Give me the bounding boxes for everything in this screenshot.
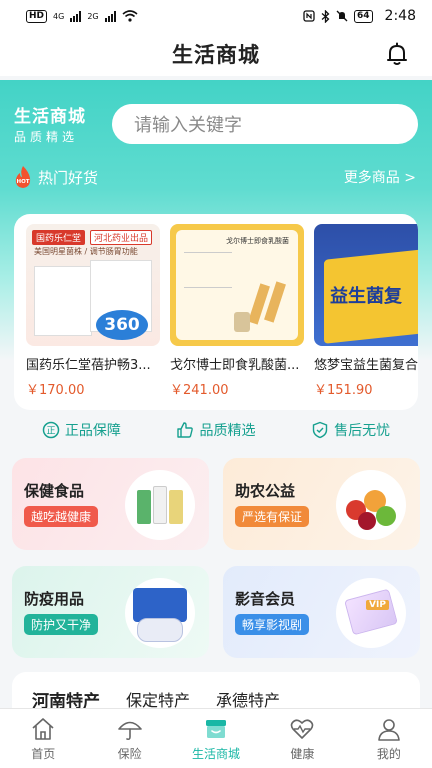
product-name: 戈尔博士即食乳酸菌... [170,358,300,373]
battery-icon: 64 [354,9,373,23]
thumbs-up-icon [177,422,194,438]
home-icon [32,717,54,740]
guarantee-item: 品质精选 [176,420,255,440]
page-title: 生活商城 [172,43,260,67]
bottom-tab-bar: 首页 保险 生活商城 健康 我的 [0,708,432,768]
product-image: 益生菌复 [314,224,418,346]
wifi-icon [122,10,138,22]
hot-badge: HOT [16,179,29,185]
hd-badge: HD [26,9,48,23]
tab-insurance[interactable]: 保险 [86,709,172,768]
shield-tick-icon [312,421,328,439]
heart-pulse-icon [291,718,314,739]
svg-text:正: 正 [46,427,55,437]
product-image: 戈尔博士即食乳酸菌 [170,224,304,346]
brand-title: 生活商城 [14,107,86,127]
bluetooth-icon [321,9,330,23]
product-name: 悠梦宝益生菌复合... [314,358,418,373]
guarantee-item: 正 正品保障 [42,420,121,440]
category-agri-charity[interactable]: 助农公益 严选有保证 [223,458,420,550]
status-bar: HD 4G 2G 64 2:48 [0,0,432,32]
tab-home[interactable]: 首页 [0,709,86,768]
category-epidemic-supplies[interactable]: 防疫用品 防护又干净 [12,566,209,658]
hot-title: 热门好货 [38,168,99,187]
hot-goods-card: 国药乐仁堂 河北药业出品 美国明星菌株 / 调节肠胃功能 360 国药乐仁堂蓓护… [14,214,418,410]
product-name: 国药乐仁堂蓓护畅3... [26,358,151,373]
shield-check-icon: 正 [42,421,60,439]
product-card[interactable]: 国药乐仁堂 河北药业出品 美国明星菌株 / 调节肠胃功能 360 国药乐仁堂蓓护… [26,224,160,398]
user-icon [378,718,400,741]
health-food-image [125,470,195,540]
guarantee-item: 售后无忧 [311,420,390,440]
page-header: 生活商城 [0,32,432,76]
mask-image [125,578,195,648]
brand-subtitle: 品质精选 [14,130,79,144]
bell-icon[interactable] [384,41,410,67]
category-grid: 保健食品 越吃越健康 助农公益 严选有保证 防疫用品 防护又干净 影音会员 畅享… [12,458,420,658]
network-4g-label: 4G [53,11,65,21]
hot-goods-header: HOT 热门好货 更多商品 > [0,145,432,189]
goods-list: 国药乐仁堂 河北药业出品 美国明星菌株 / 调节肠胃功能 360 国药乐仁堂蓓护… [26,224,418,398]
mute-icon [336,10,348,22]
vip-card-image: VIP [336,578,406,648]
tab-health[interactable]: 健康 [259,709,345,768]
guarantee-row: 正 正品保障 品质精选 售后无忧 [0,420,432,440]
network-2g-label: 2G [87,11,99,21]
hero-banner: 生活商城 品质精选 请输入关键字 HOT 热门好货 更多商品 > 国药乐仁堂 河… [0,80,432,440]
fruit-basket-image [336,470,406,540]
store-icon [206,719,227,738]
product-price: ￥170.00 [26,383,85,398]
clock: 2:48 [384,8,416,24]
category-health-food[interactable]: 保健食品 越吃越健康 [12,458,209,550]
signal-icon [70,10,82,22]
category-av-membership[interactable]: 影音会员 畅享影视剧 VIP [223,566,420,658]
signal-icon [104,10,116,22]
search-input[interactable]: 请输入关键字 [112,103,418,144]
product-card[interactable]: 戈尔博士即食乳酸菌 戈尔博士即食乳酸菌... ￥241.00 [170,224,304,398]
product-image: 国药乐仁堂 河北药业出品 美国明星菌株 / 调节肠胃功能 360 [26,224,160,346]
product-price: ￥241.00 [170,383,229,398]
product-price: ￥151.90 [314,383,373,398]
nfc-icon [303,10,315,22]
tab-mine[interactable]: 我的 [346,709,432,768]
flame-icon: HOT [15,166,31,188]
tab-life-mall[interactable]: 生活商城 [173,709,259,768]
brand-block: 生活商城 品质精选 [14,102,106,145]
region-tabs: 河南特产 保定特产 承德特产 [12,672,420,712]
umbrella-icon [117,721,142,740]
product-card[interactable]: 益生菌复 悠梦宝益生菌复合... ￥151.90 [314,224,418,398]
more-goods-link[interactable]: 更多商品 > [344,167,416,187]
